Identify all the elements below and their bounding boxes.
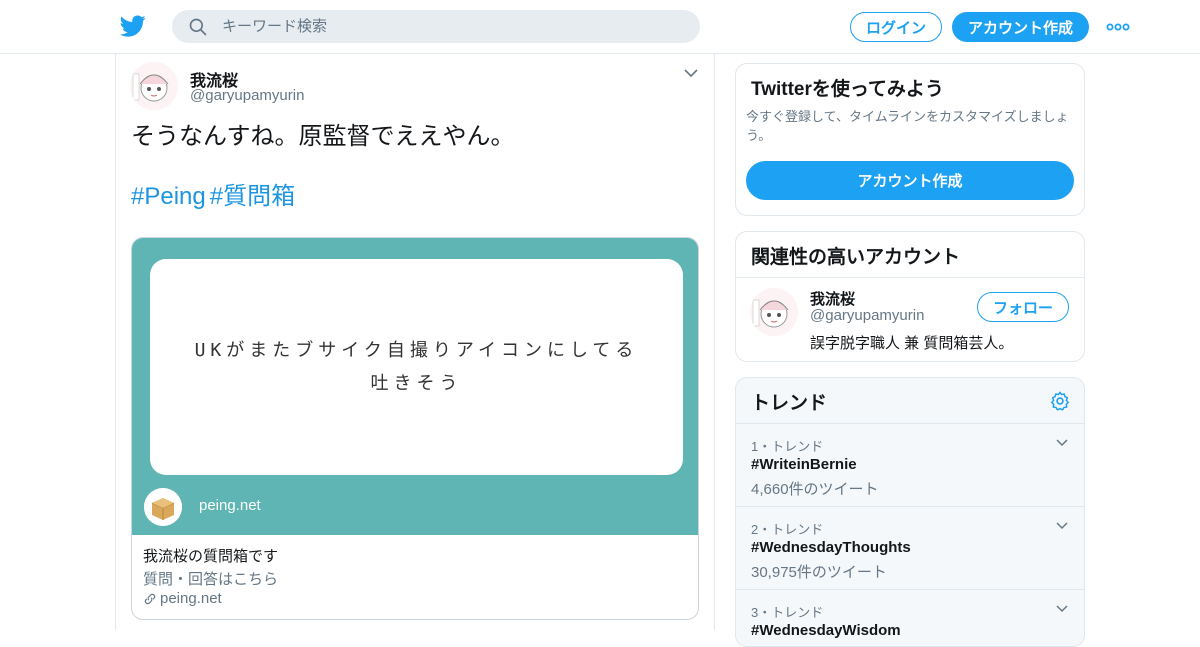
question-text: 吐きそう xyxy=(370,373,463,394)
related-accounts-module: 関連性の高いアカウント 我流桜 @garyupamyurin 誤字脱字職人 兼 … xyxy=(735,231,1085,362)
login-button[interactable]: ログイン xyxy=(850,12,942,42)
card-site-label: peing.net xyxy=(199,497,261,514)
trends-title: トレンド xyxy=(751,393,828,414)
link-icon xyxy=(144,593,156,604)
trend-meta: 3・トレンド xyxy=(751,605,824,620)
chevron-down-icon[interactable] xyxy=(684,68,698,78)
signup-button[interactable]: アカウント作成 xyxy=(952,12,1089,42)
related-account-name[interactable]: 我流桜 xyxy=(810,288,855,309)
hashtag-link[interactable]: #Peing xyxy=(131,183,206,210)
hashtag-link[interactable]: #質問箱 xyxy=(210,183,295,210)
related-account-handle[interactable]: @garyupamyurin xyxy=(810,307,924,324)
search-input[interactable] xyxy=(222,10,682,43)
question-box: UKがまたブサイク自撮りアイコンにしてる 吐きそう xyxy=(150,259,683,475)
twitter-bird-icon[interactable] xyxy=(119,13,147,39)
signup-module-text: 今すぐ登録して、タイムラインをカスタマイズしましょう。 xyxy=(746,109,1069,143)
trend-item[interactable]: 3・トレンド #WednesdayWisdom xyxy=(736,589,1084,646)
top-navigation-bar: ログイン アカウント作成 xyxy=(0,0,1200,54)
follow-button[interactable]: フォロー xyxy=(977,292,1069,322)
signup-module: Twitterを使ってみよう 今すぐ登録して、タイムラインをカスタマイズしましょ… xyxy=(735,63,1085,216)
avatar-illustration-icon xyxy=(750,288,798,336)
trend-hashtag[interactable]: #WriteinBernie xyxy=(751,456,857,473)
card-link-text[interactable]: peing.net xyxy=(160,590,222,607)
tweet-hashtags: #Peing #質問箱 xyxy=(131,182,299,212)
card-title: 我流桜の質問箱です xyxy=(143,548,279,565)
avatar[interactable] xyxy=(750,288,798,336)
trend-tweet-count: 30,975件のツイート xyxy=(751,564,887,581)
trend-item[interactable]: 1・トレンド #WriteinBernie 4,660件のツイート xyxy=(736,423,1084,506)
trend-item[interactable]: 2・トレンド #WednesdayThoughts 30,975件のツイート xyxy=(736,506,1084,589)
more-options-icon[interactable] xyxy=(1106,18,1130,36)
search-icon xyxy=(189,18,207,36)
tweet-column: 我流桜 @garyupamyurin そうなんすね。原監督でええやん。 #Pei… xyxy=(115,54,715,630)
card-description: 質問・回答はこちら xyxy=(143,571,279,588)
author-handle[interactable]: @garyupamyurin xyxy=(190,87,304,104)
avatar-illustration-icon xyxy=(130,62,178,110)
divider xyxy=(736,277,1084,278)
card-link[interactable]: peing.net xyxy=(143,590,222,607)
link-preview-card[interactable]: UKがまたブサイク自撮りアイコンにしてる 吐きそう peing.net 我流桜の… xyxy=(131,237,699,620)
card-image: UKがまたブサイク自撮りアイコンにしてる 吐きそう peing.net xyxy=(132,238,698,535)
signup-module-button[interactable]: アカウント作成 xyxy=(746,161,1074,200)
gear-icon[interactable] xyxy=(1049,390,1071,412)
signup-module-title: Twitterを使ってみよう xyxy=(751,79,944,100)
trends-module: トレンド 1・トレンド #WriteinBernie 4,660件のツイート 2… xyxy=(735,377,1085,647)
chevron-down-icon[interactable] xyxy=(1056,438,1068,447)
trend-meta: 2・トレンド xyxy=(751,522,824,537)
tweet-text: そうなんすね。原監督でええやん。 xyxy=(131,123,515,150)
avatar[interactable] xyxy=(130,62,178,110)
chevron-down-icon[interactable] xyxy=(1056,521,1068,530)
trend-meta: 1・トレンド xyxy=(751,439,824,454)
search-box[interactable] xyxy=(172,10,700,43)
trend-hashtag[interactable]: #WednesdayWisdom xyxy=(751,622,901,639)
peing-box-icon xyxy=(144,488,182,526)
related-accounts-title: 関連性の高いアカウント xyxy=(751,247,961,268)
related-account-bio: 誤字脱字職人 兼 質問箱芸人。 xyxy=(810,335,1014,352)
question-text: UKがまたブサイク自撮りアイコンにしてる xyxy=(194,340,639,361)
trend-tweet-count: 4,660件のツイート xyxy=(751,481,879,498)
trend-hashtag[interactable]: #WednesdayThoughts xyxy=(751,539,911,556)
chevron-down-icon[interactable] xyxy=(1056,604,1068,613)
